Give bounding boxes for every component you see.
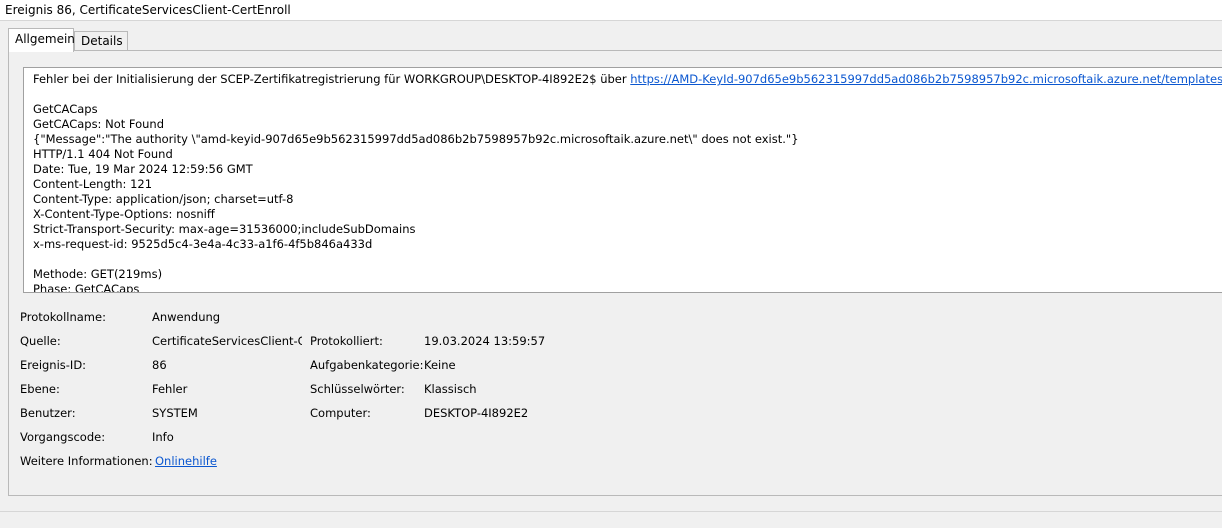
- message-line: GetCACaps: Not Found: [33, 117, 165, 131]
- protokollname-label: Protokollname:: [20, 310, 106, 324]
- tab-details[interactable]: Details: [74, 31, 128, 51]
- ereignis-id-value: 86: [152, 358, 167, 372]
- message-line: GetCACaps: [33, 102, 98, 116]
- message-intro: Fehler bei der Initialisierung der SCEP-…: [33, 72, 631, 86]
- scep-url-link[interactable]: https://AMD-KeyId-907d65e9b562315997dd5a…: [630, 72, 1222, 86]
- schluesselwoerter-value: Klassisch: [424, 382, 477, 396]
- event-message-box[interactable]: Fehler bei der Initialisierung der SCEP-…: [23, 67, 1222, 293]
- vorgangscode-value: Info: [152, 430, 174, 444]
- vorgangscode-label: Vorgangscode:: [20, 430, 106, 444]
- message-line: Date: Tue, 19 Mar 2024 12:59:56 GMT: [33, 162, 253, 176]
- schluesselwoerter-label: Schlüsselwörter:: [310, 382, 405, 396]
- aufgabenkategorie-value: Keine: [424, 358, 456, 372]
- general-tab-panel: Fehler bei der Initialisierung der SCEP-…: [8, 50, 1222, 496]
- message-line: Phase: GetCACaps: [33, 282, 140, 293]
- title-bar: Ereignis 86, CertificateServicesClient-C…: [0, 0, 1222, 21]
- onlinehilfe-link[interactable]: Onlinehilfe: [155, 454, 217, 468]
- ebene-value: Fehler: [152, 382, 188, 396]
- window-title: Ereignis 86, CertificateServicesClient-C…: [5, 3, 291, 17]
- protokolliert-label: Protokolliert:: [310, 334, 383, 348]
- benutzer-label: Benutzer:: [20, 406, 76, 420]
- event-properties: Protokollname: Anwendung Quelle: Certifi…: [19, 307, 819, 487]
- quelle-label: Quelle:: [20, 334, 61, 348]
- computer-label: Computer:: [310, 406, 371, 420]
- protokolliert-value: 19.03.2024 13:59:57: [424, 334, 546, 348]
- weitere-informationen-label: Weitere Informationen:: [20, 454, 153, 468]
- quelle-value: CertificateServicesClient-CertEnroll: [152, 334, 302, 348]
- benutzer-value: SYSTEM: [152, 406, 198, 420]
- event-message-text: Fehler bei der Initialisierung der SCEP-…: [33, 72, 1222, 293]
- message-line: Content-Length: 121: [33, 177, 153, 191]
- protokollname-value: Anwendung: [152, 310, 221, 324]
- message-line: {"Message":"The authority \"amd-keyid-90…: [33, 132, 799, 146]
- computer-value: DESKTOP-4I892E2: [424, 406, 529, 420]
- ebene-label: Ebene:: [20, 382, 60, 396]
- message-line: HTTP/1.1 404 Not Found: [33, 147, 173, 161]
- bottom-separator: [0, 511, 1222, 512]
- message-line: X-Content-Type-Options: nosniff: [33, 207, 215, 221]
- aufgabenkategorie-label: Aufgabenkategorie:: [310, 358, 424, 372]
- message-line: x-ms-request-id: 9525d5c4-3e4a-4c33-a1f6…: [33, 237, 373, 251]
- message-line: Content-Type: application/json; charset=…: [33, 192, 294, 206]
- ereignis-id-label: Ereignis-ID:: [20, 358, 87, 372]
- message-line: Strict-Transport-Security: max-age=31536…: [33, 222, 416, 236]
- message-line: Methode: GET(219ms): [33, 267, 163, 281]
- tab-allgemein[interactable]: Allgemein: [8, 28, 75, 52]
